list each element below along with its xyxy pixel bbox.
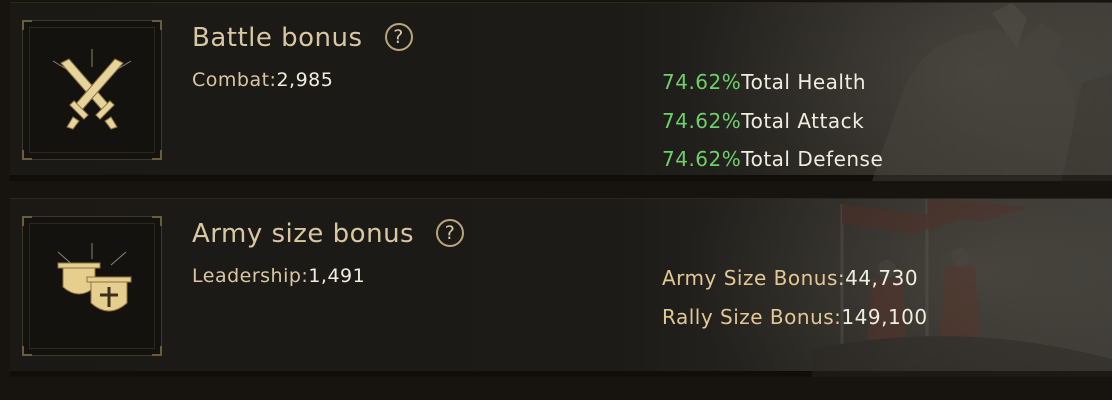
army-bonus-value: 44,730 [845, 266, 919, 290]
battle-bonus-icon-frame [22, 20, 162, 160]
army-bonus-list: Army Size Bonus:44,730 Rally Size Bonus:… [662, 263, 928, 340]
army-bonus-label: Army Size Bonus: [662, 266, 846, 290]
bonus-row-attack: 74.62%Total Attack [662, 106, 883, 145]
army-bonus-label: Rally Size Bonus: [662, 304, 842, 329]
question-circle-icon[interactable]: ? [436, 219, 465, 247]
bonus-percent: 74.62% [662, 70, 742, 94]
bonus-label: Total Defense [741, 147, 884, 171]
bonus-percent: 74.62% [662, 147, 742, 171]
combat-stat: Combat:2,985 [192, 69, 333, 91]
bonus-label: Total Attack [741, 108, 865, 133]
bonus-row-defense: 74.62%Total Defense [662, 144, 883, 181]
battle-bonus-list: 74.62%Total Health 74.62%Total Attack 74… [662, 67, 883, 181]
leadership-value: 1,491 [308, 265, 366, 287]
army-size-bonus-panel: Army size bonus? Leadership:1,491 Army S… [10, 198, 1112, 377]
army-bonus-value: 149,100 [841, 304, 928, 329]
banner-shield-icon [57, 243, 132, 312]
bonus-percent: 74.62% [662, 108, 742, 133]
army-size-bonus-title-text: Army size bonus [192, 219, 415, 249]
question-circle-icon[interactable]: ? [384, 23, 413, 51]
battle-bonus-panel: Battle bonus? Combat:2,985 74.62%Total H… [10, 2, 1112, 181]
combat-label: Combat: [192, 69, 277, 91]
leadership-label: Leadership: [192, 265, 309, 287]
crossed-swords-icon [52, 49, 132, 130]
combat-value: 2,985 [276, 69, 334, 91]
army-size-bonus-title: Army size bonus? [192, 219, 465, 249]
battle-bonus-title: Battle bonus? [192, 23, 413, 53]
rally-size-bonus-row: Rally Size Bonus:149,100 [662, 302, 928, 341]
bonus-row-health: 74.62%Total Health [662, 67, 883, 106]
battle-bonus-title-text: Battle bonus [192, 23, 363, 53]
leadership-stat: Leadership:1,491 [192, 265, 365, 287]
army-size-bonus-row: Army Size Bonus:44,730 [662, 263, 928, 302]
bonus-label: Total Health [741, 70, 867, 94]
army-size-bonus-icon-frame [22, 216, 162, 356]
